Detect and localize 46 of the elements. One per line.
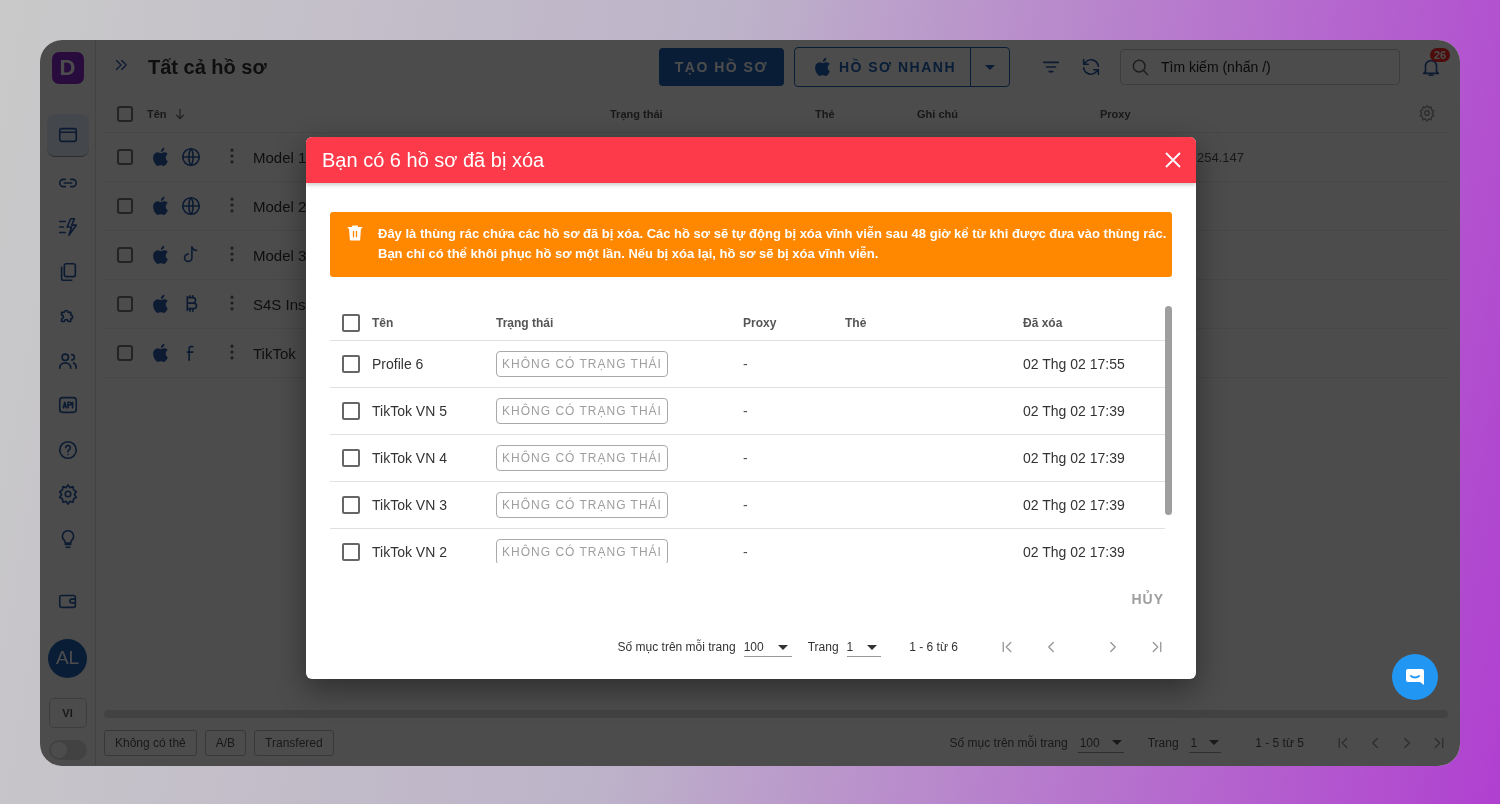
column-header[interactable]: Proxy — [743, 316, 845, 330]
status-chip[interactable]: KHÔNG CÓ TRẠNG THÁI — [496, 398, 668, 424]
checkbox[interactable] — [342, 314, 360, 332]
status-chip[interactable]: KHÔNG CÓ TRẠNG THÁI — [496, 351, 668, 377]
profile-name: Profile 6 — [372, 356, 425, 372]
caret-icon — [777, 644, 788, 650]
rows-per-page-select[interactable]: 100 — [743, 637, 792, 657]
profile-name: TikTok VN 2 — [372, 544, 448, 560]
page-select[interactable]: 1 — [846, 637, 882, 657]
proxy-text: - — [743, 356, 749, 372]
caret-icon — [867, 644, 878, 650]
profile-name: TikTok VN 5 — [372, 403, 448, 419]
proxy-text: - — [743, 544, 749, 560]
page-range: 1 - 6 từ 6 — [909, 640, 958, 654]
profile-name: TikTok VN 4 — [372, 450, 448, 466]
deleted-time: 02 Thg 02 17:39 — [1023, 497, 1126, 513]
status-chip[interactable]: KHÔNG CÓ TRẠNG THÁI — [496, 539, 668, 563]
profile-name: TikTok VN 3 — [372, 497, 448, 513]
proxy-text: - — [743, 403, 749, 419]
checkbox[interactable] — [342, 402, 360, 420]
dialog-title: Bạn có 6 hồ sơ đã bị xóa — [322, 148, 546, 172]
deleted-time: 02 Thg 02 17:39 — [1023, 450, 1126, 466]
page-label: Trang — [807, 640, 839, 654]
scrollbar-thumb[interactable] — [1165, 306, 1172, 515]
proxy-text: - — [743, 450, 749, 466]
status-chip[interactable]: KHÔNG CÓ TRẠNG THÁI — [496, 492, 668, 518]
page-title: Tất cả hồ sơ — [148, 55, 268, 79]
warning-text: Đây là thùng rác chứa các hồ sơ đã bị xóa. Các hồ sơ sẽ tự động bị xóa vĩnh viễn sau 48 giờ kể từ khi được đưa vào thùng rác. Bạn chỉ có thể khôi phục hồ sơ một lần. Nếu bị xóa lại, hồ sơ sẽ bị xóa vĩnh viễn. — [378, 225, 1167, 263]
close-button[interactable] — [1164, 151, 1182, 169]
deleted-time: 02 Thg 02 17:39 — [1023, 403, 1126, 419]
cancel-button[interactable]: HỦY — [1131, 587, 1164, 611]
rows-per-page-label: Số mục trên mỗi trang — [617, 640, 736, 654]
column-header[interactable]: Tên — [372, 316, 496, 330]
checkbox[interactable] — [342, 496, 360, 514]
checkbox[interactable] — [342, 449, 360, 467]
column-header[interactable]: Trạng thái — [496, 316, 743, 330]
status-chip[interactable]: KHÔNG CÓ TRẠNG THÁI — [496, 445, 668, 471]
proxy-text: - — [743, 497, 749, 513]
deleted-time: 02 Thg 02 17:39 — [1023, 544, 1126, 560]
trash-icon — [346, 224, 364, 242]
close-icon — [1164, 151, 1182, 169]
deleted-time: 02 Thg 02 17:55 — [1023, 356, 1126, 372]
column-header[interactable]: Thẻ — [845, 316, 1023, 330]
checkbox[interactable] — [342, 543, 360, 561]
column-header[interactable]: Đã xóa — [1023, 316, 1165, 330]
checkbox[interactable] — [342, 355, 360, 373]
